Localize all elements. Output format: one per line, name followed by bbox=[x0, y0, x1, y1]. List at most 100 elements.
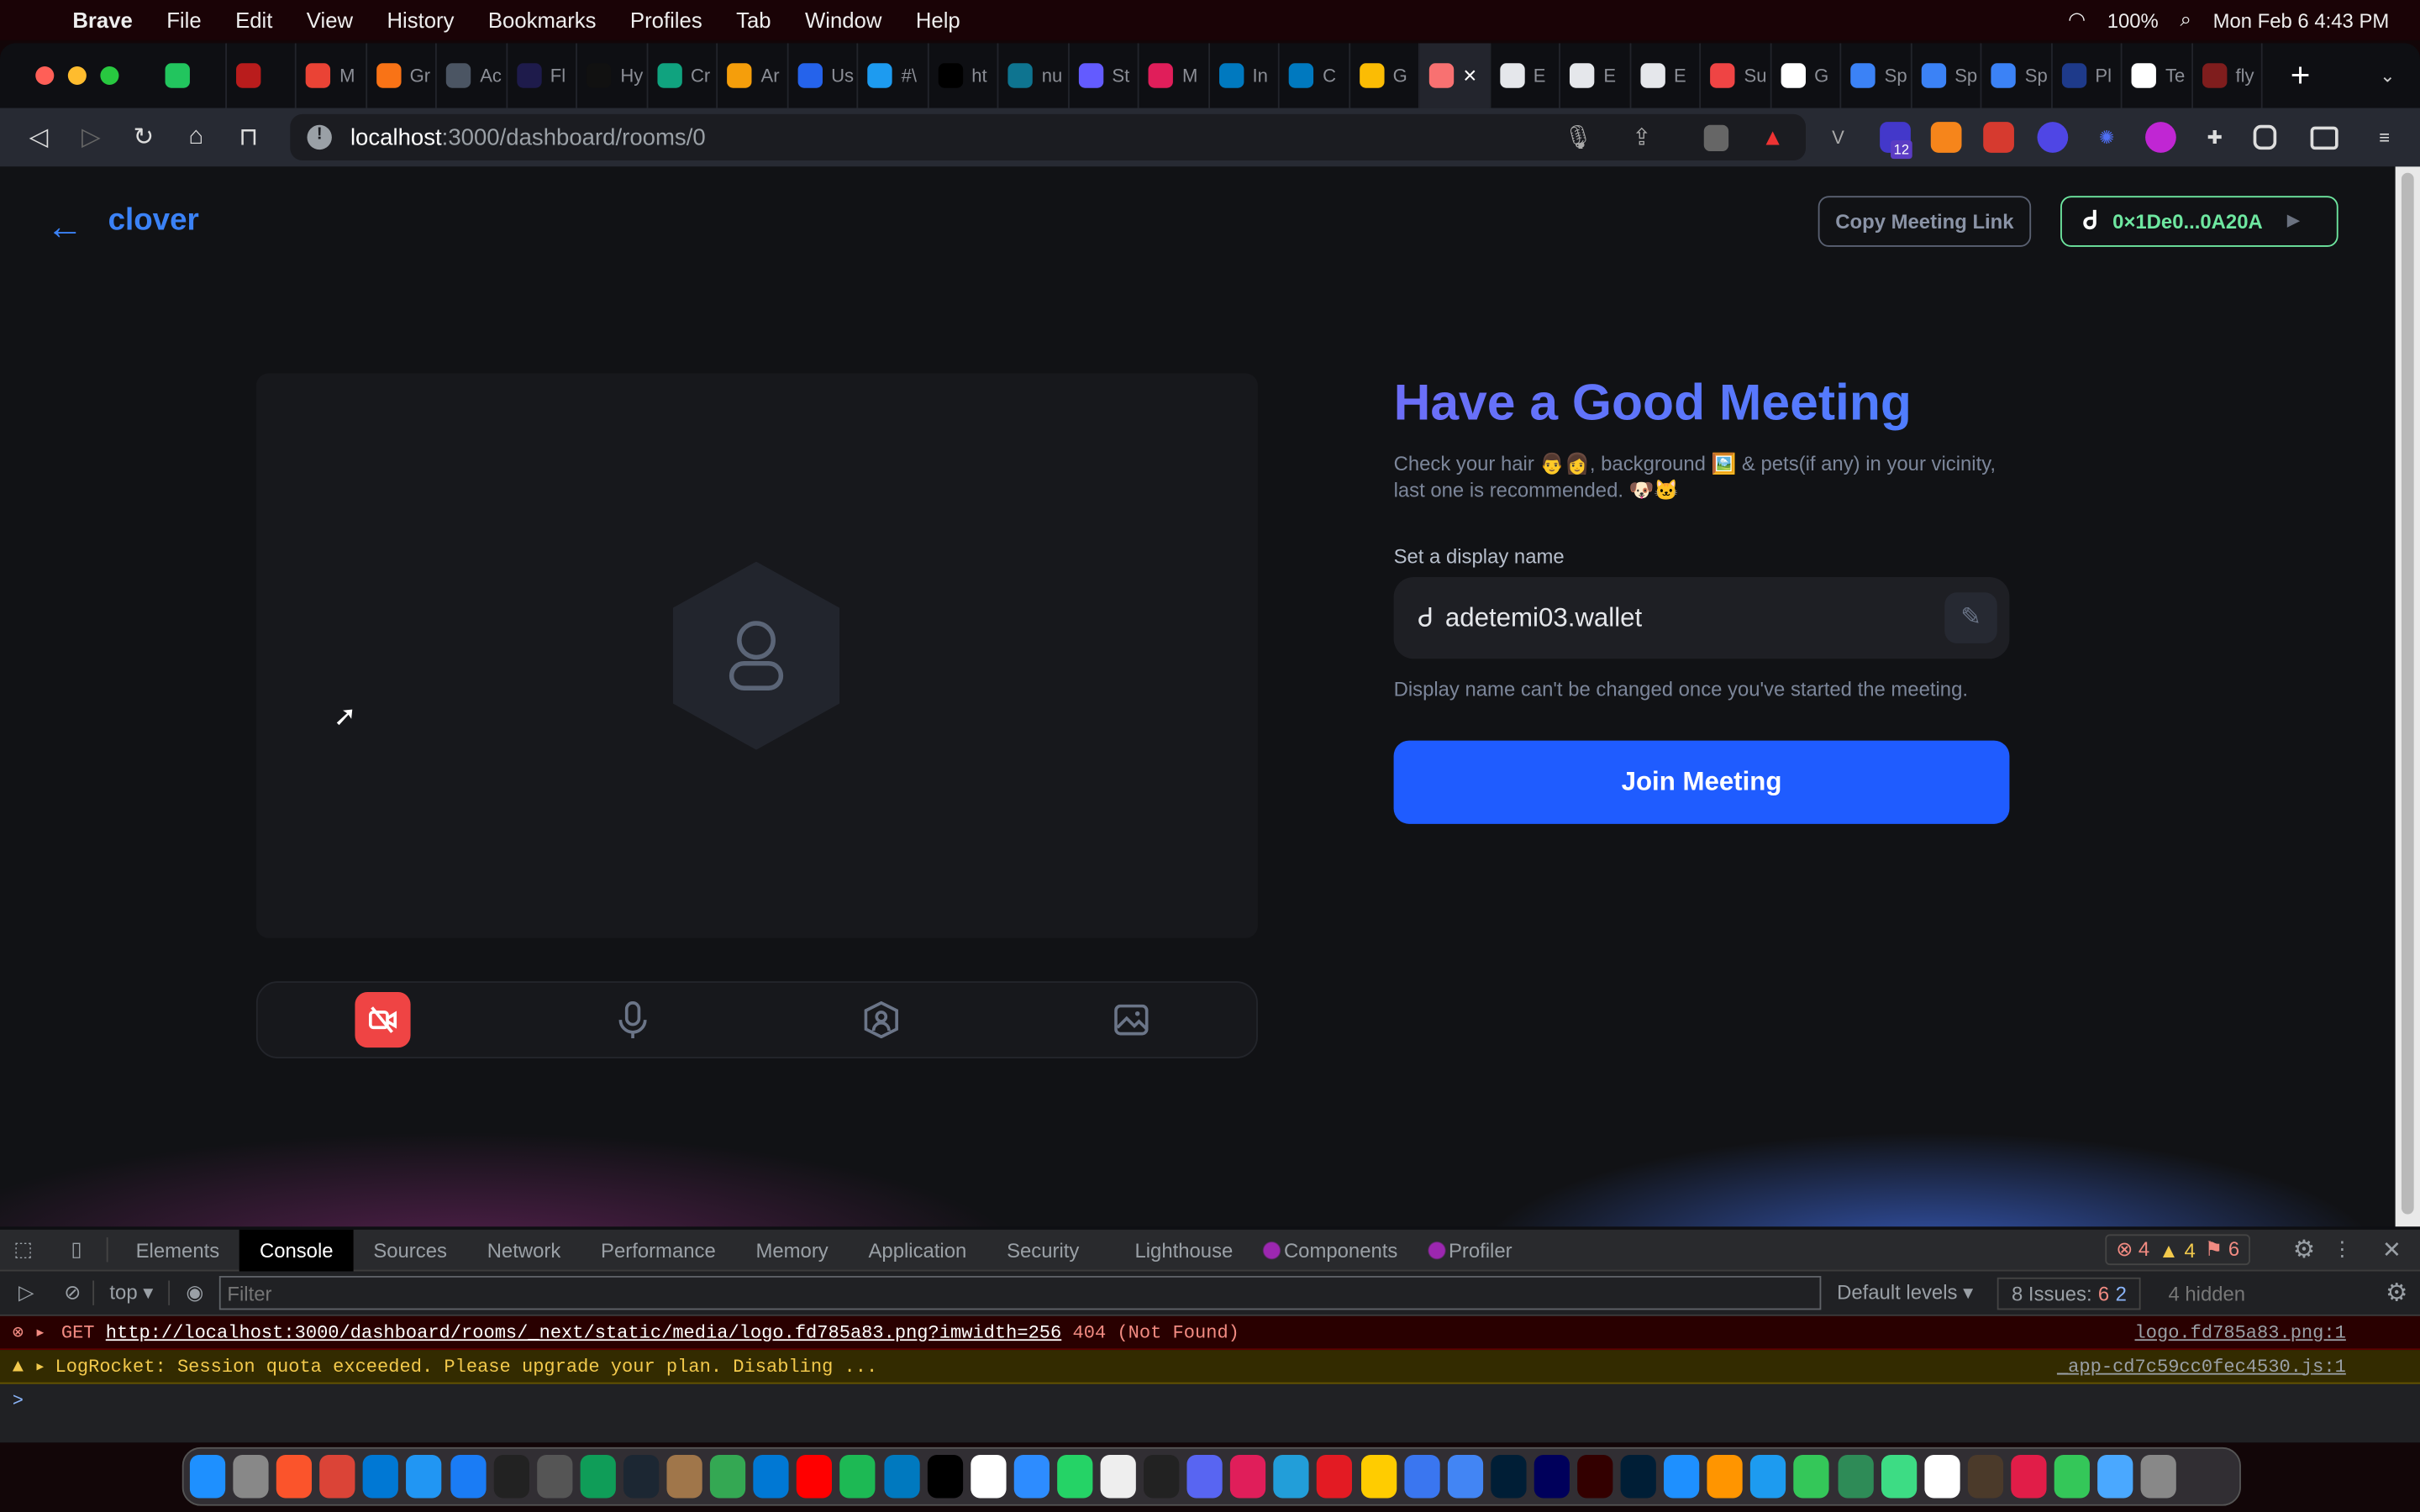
dock-app-icon[interactable] bbox=[276, 1455, 313, 1499]
dock-app-icon[interactable] bbox=[2011, 1455, 2047, 1499]
menu-view[interactable]: View bbox=[290, 8, 371, 32]
dock-app-icon[interactable] bbox=[883, 1455, 919, 1499]
browser-tab[interactable]: Su bbox=[1701, 43, 1771, 108]
browser-tab[interactable]: ht bbox=[929, 43, 999, 108]
devtools-tab-performance[interactable]: Performance bbox=[581, 1229, 735, 1271]
scrollbar-thumb[interactable] bbox=[2401, 172, 2414, 1215]
devtools-tab-sources[interactable]: Sources bbox=[353, 1229, 466, 1271]
dock-app-icon[interactable] bbox=[1881, 1455, 1917, 1499]
browser-tab[interactable]: × bbox=[1419, 43, 1491, 108]
browser-tab[interactable]: Sp bbox=[1841, 43, 1912, 108]
dock-app-icon[interactable] bbox=[1447, 1455, 1483, 1499]
menu-app[interactable]: Brave bbox=[55, 8, 150, 32]
browser-tab[interactable]: M bbox=[1139, 43, 1210, 108]
wallet-icon[interactable] bbox=[2310, 126, 2338, 150]
dock-app-icon[interactable] bbox=[450, 1455, 486, 1499]
dock-app-icon[interactable] bbox=[927, 1455, 963, 1499]
dock-app-icon[interactable] bbox=[319, 1455, 355, 1499]
close-devtools-icon[interactable]: ✕ bbox=[2382, 1236, 2402, 1263]
dock-app-icon[interactable] bbox=[1577, 1455, 1613, 1499]
share-icon[interactable]: ⇪ bbox=[1632, 123, 1651, 151]
devtools-tab-components[interactable]: Components bbox=[1253, 1228, 1418, 1271]
dock-app-icon[interactable] bbox=[1100, 1455, 1136, 1499]
dock-app-icon[interactable] bbox=[1534, 1455, 1570, 1499]
error-url-link[interactable]: http://localhost:3000/dashboard/rooms/_n… bbox=[106, 1321, 1062, 1343]
menu-bookmarks[interactable]: Bookmarks bbox=[471, 8, 613, 32]
bookmark-icon[interactable]: ⊓ bbox=[222, 122, 274, 153]
back-arrow-icon[interactable]: ← bbox=[46, 207, 83, 249]
dock-app-icon[interactable] bbox=[1923, 1455, 1960, 1499]
join-meeting-button[interactable]: Join Meeting bbox=[1393, 740, 2010, 824]
address-bar[interactable]: ! localhost:3000/dashboard/rooms/0 🎙 ⇪ ▲ bbox=[290, 113, 1806, 161]
dock-app-icon[interactable] bbox=[1837, 1455, 1873, 1499]
warning-source-link[interactable]: _app-cd7c59cc0fec4530.js:1 bbox=[2057, 1356, 2346, 1378]
microphone-button[interactable] bbox=[604, 992, 660, 1047]
camera-off-button[interactable] bbox=[355, 992, 411, 1048]
console-error-row[interactable]: ⊗ ▸ GET http://localhost:3000/dashboard/… bbox=[0, 1315, 2420, 1351]
browser-tab[interactable]: Pl bbox=[2052, 43, 2123, 108]
browser-tab[interactable]: E bbox=[1631, 43, 1702, 108]
dock-app-icon[interactable] bbox=[233, 1455, 269, 1499]
devtools-tab-console[interactable]: Console bbox=[239, 1228, 354, 1271]
inspect-element-icon[interactable]: ⬚ bbox=[0, 1237, 46, 1262]
menu-window[interactable]: Window bbox=[788, 8, 899, 32]
dock-app-icon[interactable] bbox=[1186, 1455, 1223, 1499]
browser-tab[interactable]: #\ bbox=[858, 43, 929, 108]
close-window-button[interactable] bbox=[35, 66, 55, 86]
dock-app-icon[interactable] bbox=[1360, 1455, 1397, 1499]
console-prompt[interactable]: > bbox=[0, 1384, 2420, 1418]
console-warning-row[interactable]: ▲ ▸ LogRocket: Session quota exceeded. P… bbox=[0, 1350, 2420, 1384]
more-options-icon[interactable]: ⋮ bbox=[2332, 1237, 2352, 1262]
minimize-window-button[interactable] bbox=[67, 66, 87, 86]
menu-tab[interactable]: Tab bbox=[719, 8, 788, 32]
browser-tab[interactable] bbox=[226, 43, 297, 108]
microphone-icon[interactable]: 🎙 bbox=[1564, 123, 1593, 151]
console-counts[interactable]: ⊗ 4 ▲ 4 ⚑ 6 bbox=[2105, 1234, 2250, 1266]
dock-app-icon[interactable] bbox=[1967, 1455, 2003, 1499]
battery-label[interactable]: 100% bbox=[2107, 8, 2159, 32]
devtools-tab-lighthouse[interactable]: Lighthouse bbox=[1115, 1229, 1254, 1271]
dock-app-icon[interactable] bbox=[1794, 1455, 1830, 1499]
dock-app-icon[interactable] bbox=[1056, 1455, 1093, 1499]
sidebar-icon[interactable] bbox=[2253, 124, 2277, 150]
dock-app-icon[interactable] bbox=[839, 1455, 876, 1499]
home-icon[interactable]: ⌂ bbox=[170, 123, 222, 151]
search-icon[interactable]: ⌕ bbox=[2180, 8, 2191, 32]
extension-v-icon[interactable]: V bbox=[1823, 122, 1854, 153]
avatar-button[interactable] bbox=[854, 992, 909, 1047]
dock-app-icon[interactable] bbox=[1664, 1455, 1700, 1499]
dock-app-icon[interactable] bbox=[493, 1455, 529, 1499]
error-source-link[interactable]: logo.fd785a83.png:1 bbox=[2135, 1321, 2346, 1343]
browser-tab[interactable]: Hy bbox=[577, 43, 648, 108]
devtools-tab-application[interactable]: Application bbox=[849, 1229, 987, 1271]
browser-tab[interactable] bbox=[156, 43, 227, 108]
dock-app-icon[interactable] bbox=[363, 1455, 399, 1499]
dock-app-icon[interactable] bbox=[1013, 1455, 1050, 1499]
device-toolbar-icon[interactable]: ▯ bbox=[46, 1237, 108, 1263]
menu-icon[interactable]: ≡ bbox=[2369, 122, 2400, 153]
browser-tab[interactable]: fly bbox=[2192, 43, 2263, 108]
console-settings-icon[interactable]: ⚙ bbox=[2386, 1278, 2407, 1309]
menu-help[interactable]: Help bbox=[899, 8, 977, 32]
wallet-button[interactable]: Ꮷ 0×1De0...0A20A ▶ bbox=[2060, 196, 2338, 247]
metamask-icon[interactable] bbox=[1930, 122, 1962, 153]
browser-tab[interactable]: C bbox=[1280, 43, 1350, 108]
extension-icon[interactable] bbox=[1983, 122, 2014, 153]
brave-shields-icon[interactable] bbox=[1703, 124, 1729, 152]
browser-tab[interactable]: E bbox=[1560, 43, 1631, 108]
menu-file[interactable]: File bbox=[150, 8, 218, 32]
dock-app-icon[interactable] bbox=[1490, 1455, 1527, 1499]
dock-app-icon[interactable] bbox=[1750, 1455, 1786, 1499]
dock-app-icon[interactable] bbox=[2140, 1455, 2177, 1499]
forward-icon[interactable]: ▷ bbox=[65, 122, 117, 153]
dock-app-icon[interactable] bbox=[2054, 1455, 2091, 1499]
dock-app-icon[interactable] bbox=[1317, 1455, 1353, 1499]
devtools-tab-security[interactable]: Security bbox=[986, 1229, 1099, 1271]
extension-icon[interactable] bbox=[2145, 122, 2176, 153]
browser-tab[interactable]: Ac bbox=[437, 43, 508, 108]
log-levels-select[interactable]: Default levels ▾ bbox=[1837, 1280, 1973, 1305]
dock-app-icon[interactable] bbox=[1403, 1455, 1439, 1499]
dock-app-icon[interactable] bbox=[2097, 1455, 2133, 1499]
issues-button[interactable]: 8 Issues: 6 2 bbox=[1997, 1276, 2141, 1310]
background-button[interactable] bbox=[1103, 992, 1159, 1047]
